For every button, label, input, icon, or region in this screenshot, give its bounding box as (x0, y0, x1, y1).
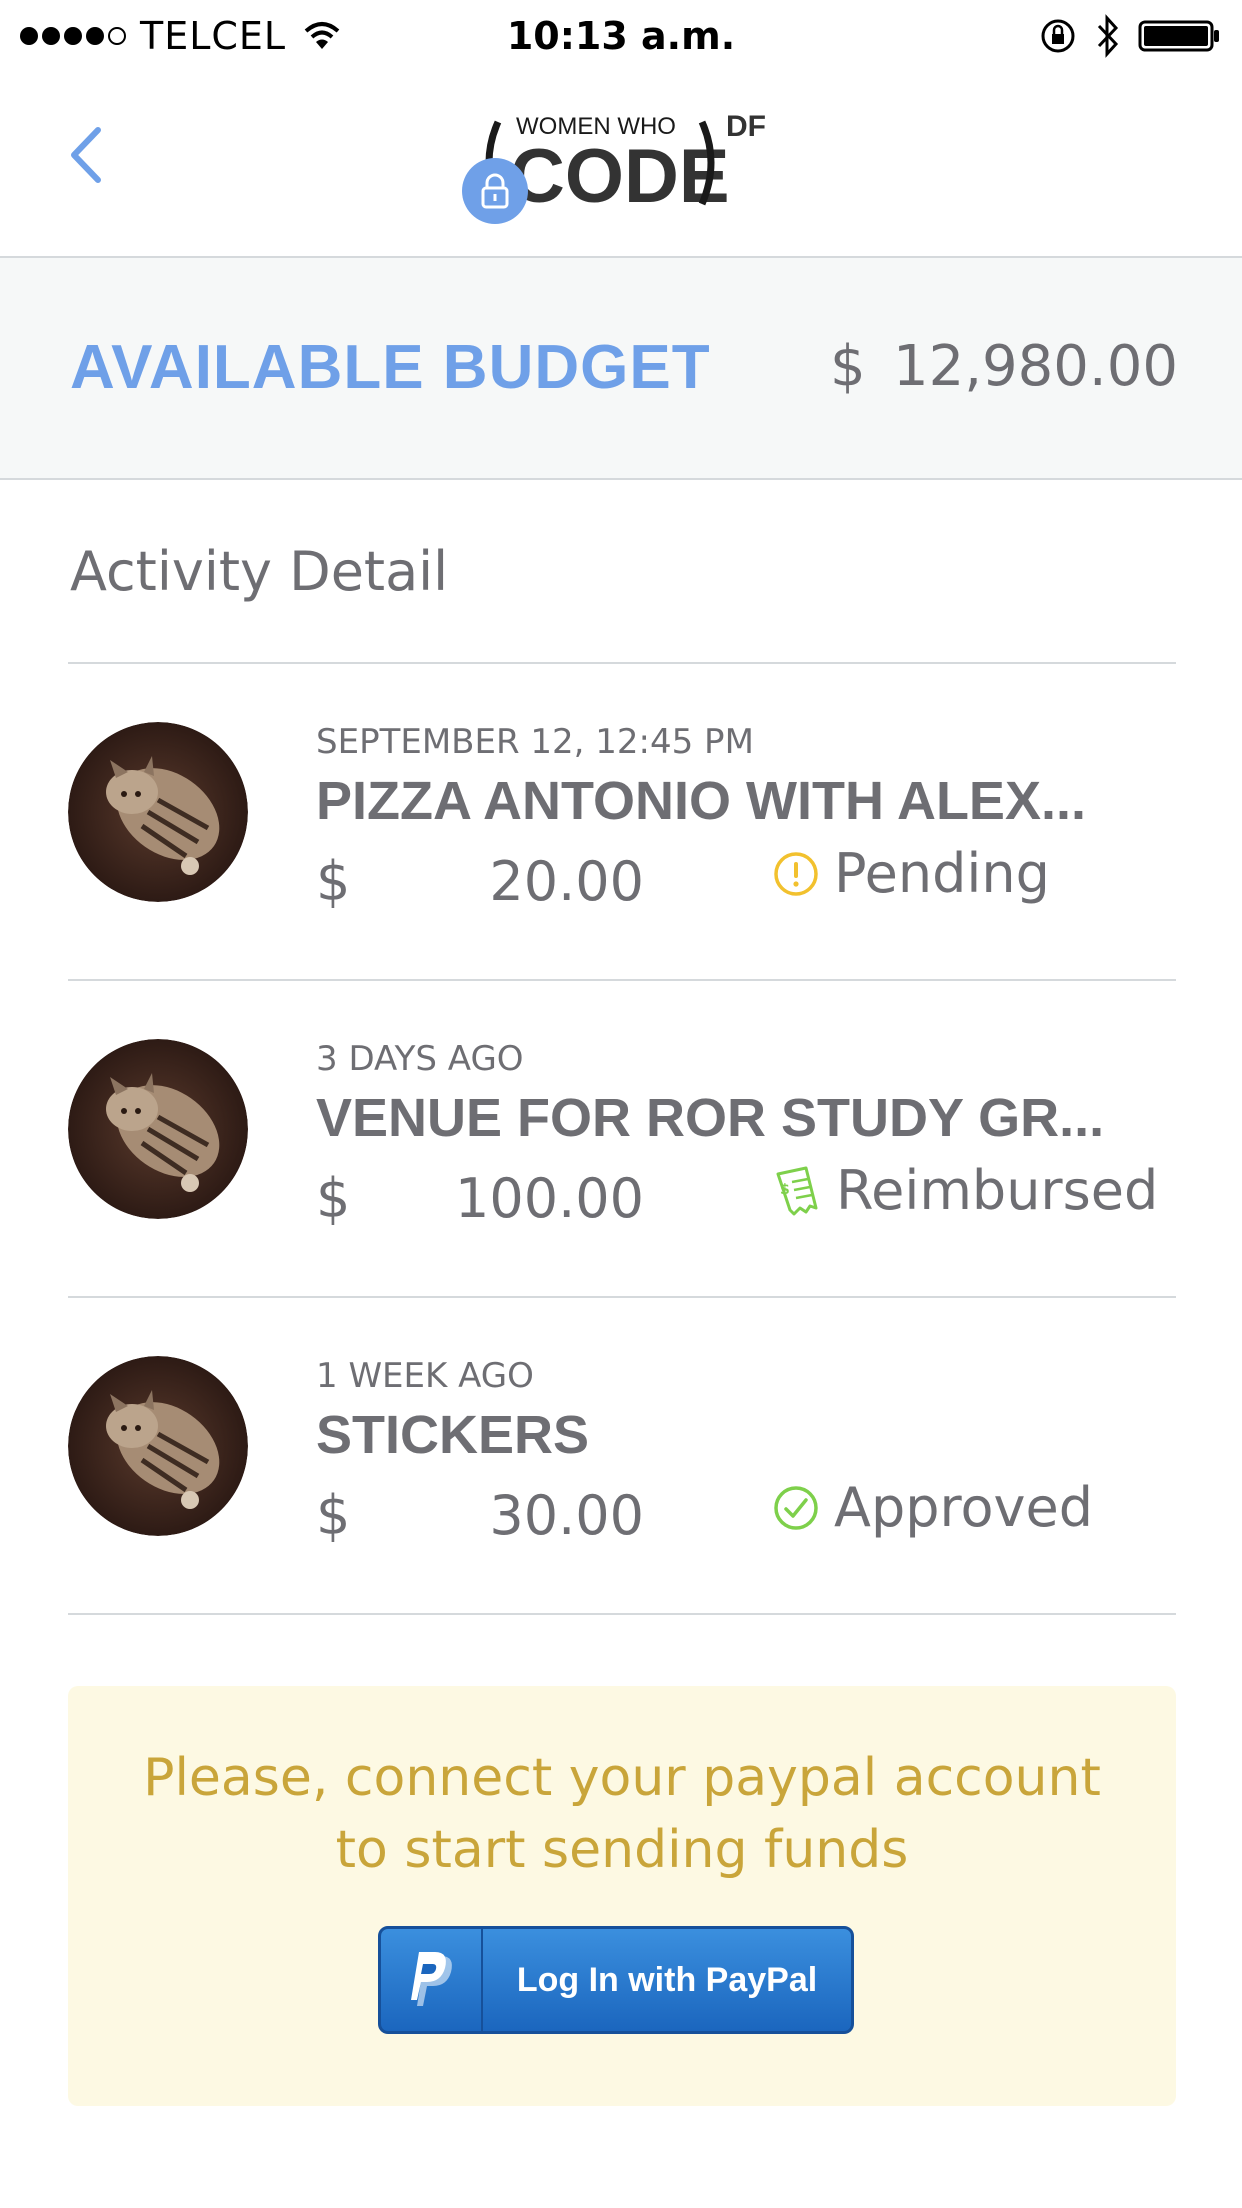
activity-date: 3 DAYS AGO (316, 1039, 524, 1079)
activity-currency: $ (316, 1484, 351, 1547)
activity-amount: 20.00 (489, 850, 644, 913)
status-badge: Pending (772, 842, 1050, 905)
svg-text:CODE: CODE (510, 134, 730, 219)
pending-icon (774, 851, 818, 896)
notice-line-2: to start sending funds (335, 1820, 909, 1880)
lock-badge (462, 158, 528, 224)
paypal-connect-notice: Please, connect your paypal account to s… (68, 1686, 1176, 2106)
activity-date: SEPTEMBER 12, 12:45 PM (316, 722, 754, 762)
notice-line-1: Please, connect your paypal account (143, 1748, 1101, 1808)
paypal-login-button[interactable]: Log In with PayPal (378, 1926, 854, 2034)
paypal-button-label: Log In with PayPal (516, 1960, 818, 1999)
activity-row[interactable]: 1 WEEK AGO STICKERS $ 30.00 Approved (68, 1298, 1176, 1615)
svg-text:DF: DF (726, 110, 766, 143)
status-badge: Approved (772, 1476, 1093, 1539)
budget-currency: $ (830, 334, 866, 399)
approved-icon (774, 1485, 818, 1530)
activity-date: 1 WEEK AGO (316, 1356, 534, 1396)
navigation-bar: WOMEN WHO CODE DF (0, 80, 1242, 258)
activity-currency: $ (316, 850, 351, 913)
status-label: Pending (834, 842, 1050, 905)
budget-amount: 12,980.00 (892, 334, 1178, 399)
lock-icon (481, 173, 509, 209)
activity-amount: 30.00 (489, 1484, 644, 1547)
activity-title: STICKERS (316, 1405, 590, 1465)
status-bar: TELCEL 10:13 a.m. (0, 0, 1242, 80)
budget-label: AVAILABLE BUDGET (70, 333, 711, 402)
battery-icon (1138, 20, 1219, 52)
status-badge: $ Reimbursed (772, 1159, 1158, 1222)
activity-title: PIZZA ANTONIO WITH ALEX... (316, 771, 1086, 831)
activity-list: SEPTEMBER 12, 12:45 PM PIZZA ANTONIO WIT… (68, 662, 1176, 1615)
activity-row[interactable]: 3 DAYS AGO VENUE FOR ROR STUDY GR... $ 1… (68, 981, 1176, 1298)
status-label: Approved (834, 1476, 1094, 1539)
notice-message: Please, connect your paypal account to s… (108, 1742, 1136, 1886)
status-bar-right (1038, 14, 1222, 58)
avatar (68, 722, 248, 902)
paypal-logo-icon (381, 1929, 483, 2031)
activity-currency: $ (316, 1167, 351, 1230)
back-chevron-icon[interactable] (60, 120, 108, 190)
status-label: Reimbursed (836, 1159, 1159, 1222)
receipt-icon: $ (776, 1166, 818, 1215)
activity-amount: 100.00 (455, 1167, 644, 1230)
activity-title: VENUE FOR ROR STUDY GR... (316, 1088, 1105, 1148)
available-budget-panel: AVAILABLE BUDGET $ 12,980.00 (0, 258, 1242, 480)
bluetooth-icon (1097, 14, 1119, 58)
svg-text:$: $ (780, 1182, 790, 1198)
avatar (68, 1356, 248, 1536)
activity-row[interactable]: SEPTEMBER 12, 12:45 PM PIZZA ANTONIO WIT… (68, 664, 1176, 981)
orientation-lock-icon (1041, 19, 1075, 53)
avatar (68, 1039, 248, 1219)
activity-detail-title: Activity Detail (70, 540, 449, 603)
